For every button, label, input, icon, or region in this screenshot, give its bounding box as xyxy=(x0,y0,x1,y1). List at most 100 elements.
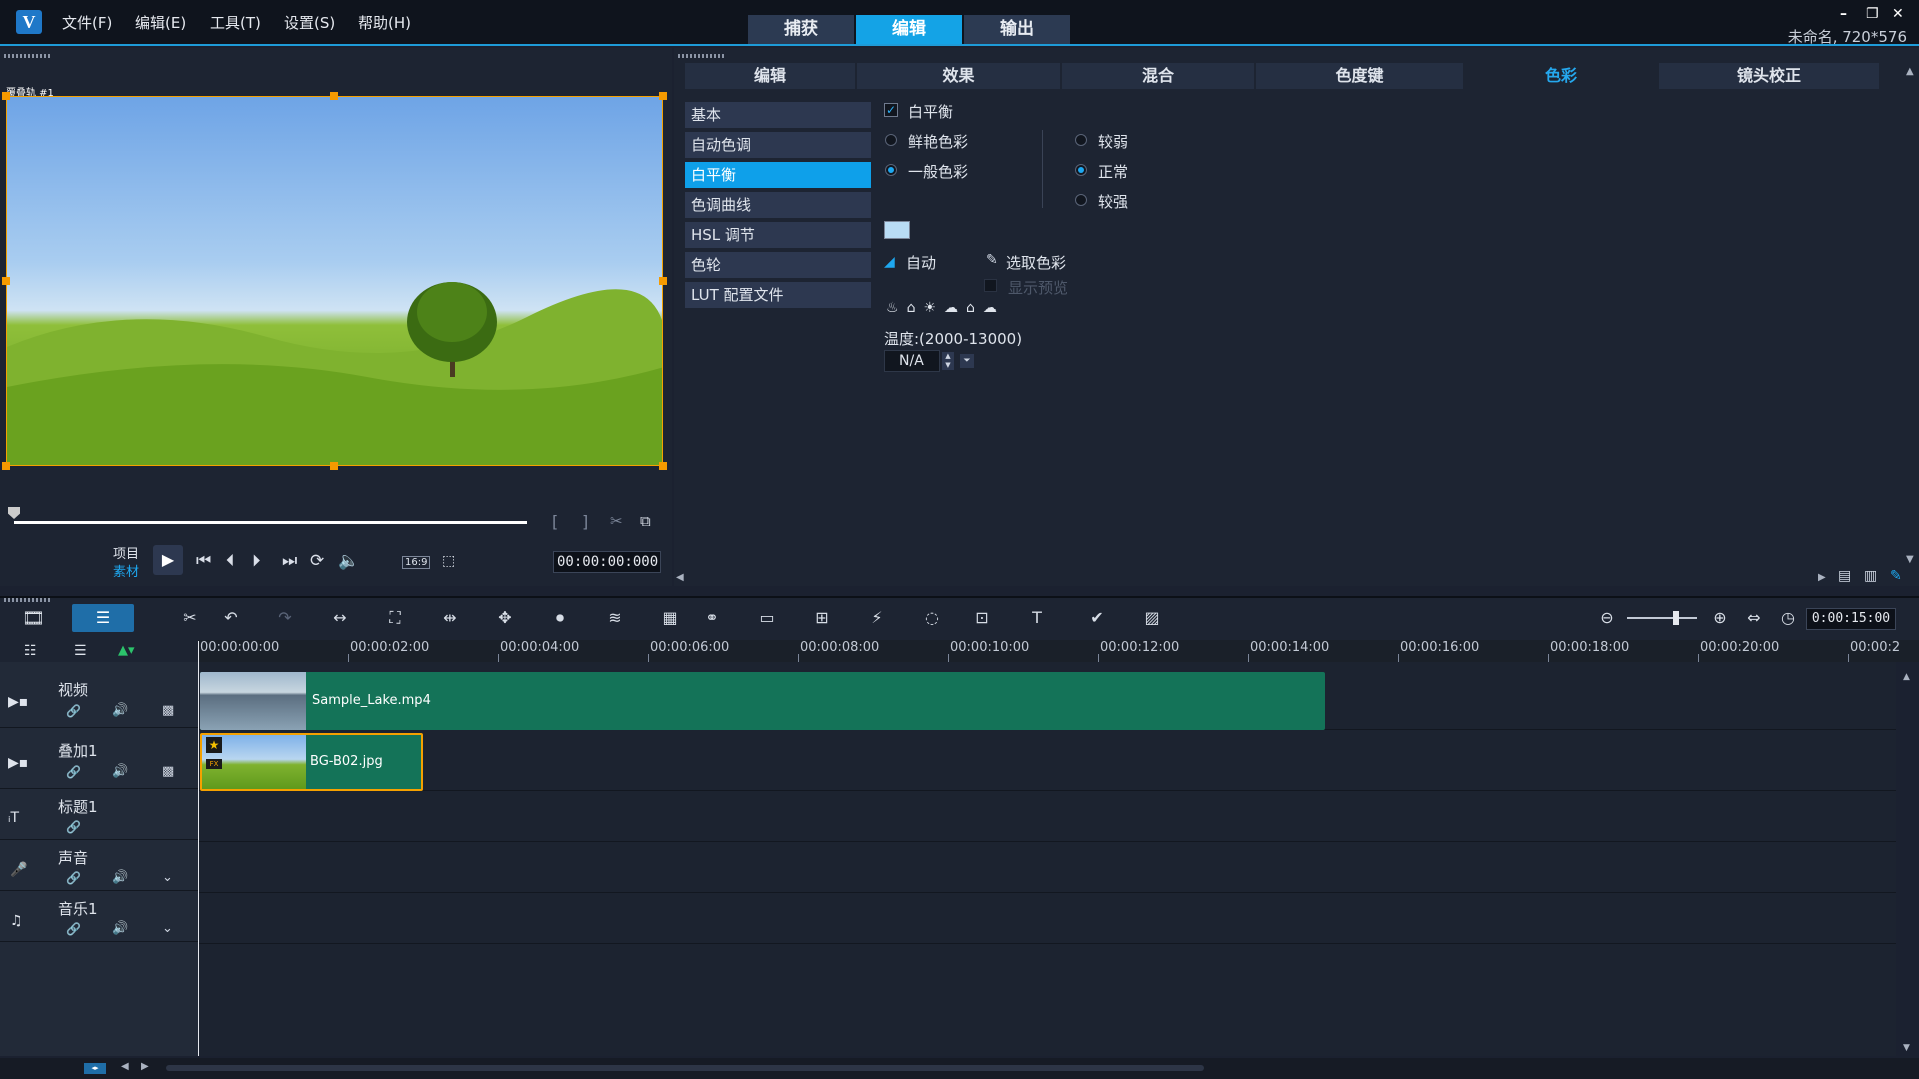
video-clip[interactable]: Sample_Lake.mp4 xyxy=(200,672,1325,730)
track-name[interactable]: 标题1 xyxy=(58,796,98,817)
layout-icon[interactable]: ▥ xyxy=(1864,568,1877,584)
copy-icon[interactable]: ⧉ xyxy=(640,512,651,530)
panel-grip[interactable] xyxy=(4,54,52,58)
title-3d-icon[interactable]: T xyxy=(1025,606,1049,630)
menu-settings[interactable]: 设置(S) xyxy=(284,12,335,33)
track-name[interactable]: 声音 xyxy=(58,847,88,868)
horizontal-scrollbar[interactable] xyxy=(166,1065,1204,1071)
link-icon[interactable]: 🔗 xyxy=(66,871,81,885)
auto-label[interactable]: 自动 xyxy=(906,252,936,273)
play-button[interactable]: ▶ xyxy=(153,545,183,575)
marker-icon[interactable]: ▲▾ xyxy=(118,643,135,658)
paint-icon[interactable]: ✔ xyxy=(1085,606,1109,630)
subtitle-icon[interactable]: ▭ xyxy=(755,606,779,630)
project-mode-label[interactable]: 项目 xyxy=(113,543,139,562)
mark-in-icon[interactable]: [ xyxy=(552,512,558,531)
track-name[interactable]: 叠加1 xyxy=(58,740,98,761)
repeat-icon[interactable]: ⟳ xyxy=(310,551,324,571)
overlay-clip[interactable]: ★ FX BG-B02.jpg xyxy=(200,733,423,791)
mute-icon[interactable]: 🔊 xyxy=(112,764,128,779)
track-name[interactable]: 音乐1 xyxy=(58,898,98,919)
link-icon[interactable]: 🔗 xyxy=(66,704,81,718)
mute-icon[interactable]: 🔊 xyxy=(112,703,128,718)
tab-effects[interactable]: 效果 xyxy=(857,63,1060,89)
mark-out-icon[interactable]: ] xyxy=(582,512,588,531)
end-icon[interactable]: ⏭ xyxy=(282,551,297,571)
tab-edit[interactable]: 编辑 xyxy=(856,15,962,44)
zoom-slider-thumb[interactable] xyxy=(1673,611,1679,625)
motion-track-icon[interactable]: ⚡ xyxy=(865,606,889,630)
tab-capture[interactable]: 捕获 xyxy=(748,15,854,44)
chapter-menu-icon[interactable]: ☰ xyxy=(74,643,87,659)
temperature-input[interactable]: N/A xyxy=(884,350,940,372)
expand-icon[interactable]: ⌄ xyxy=(162,870,173,885)
clip-mode-label[interactable]: 素材 xyxy=(113,561,139,580)
edit-layout-icon[interactable]: ✎ xyxy=(1890,568,1902,584)
scroll-up-icon[interactable]: ▲ xyxy=(1903,672,1910,682)
expand-icon[interactable]: ⌄ xyxy=(162,921,173,936)
panel-grip[interactable] xyxy=(4,598,50,602)
grid-icon[interactable]: ▩ xyxy=(162,764,174,779)
link-icon[interactable]: 🔗 xyxy=(66,820,81,834)
track-name[interactable]: 视频 xyxy=(58,679,88,700)
weaker-radio[interactable] xyxy=(1075,134,1087,146)
link-icon[interactable]: 🔗 xyxy=(66,765,81,779)
pan-zoom-icon[interactable]: ⛶ xyxy=(383,606,407,630)
zoom-in-icon[interactable]: ⊕ xyxy=(1708,606,1732,630)
scroll-up-icon[interactable]: ▲ xyxy=(1906,66,1914,77)
crop-handle[interactable] xyxy=(330,462,338,470)
preview-frame[interactable] xyxy=(6,96,663,466)
side-item-tone-curve[interactable]: 色调曲线 xyxy=(685,192,871,218)
crop-handle[interactable] xyxy=(2,462,10,470)
close-icon[interactable]: ✕ xyxy=(1892,6,1904,22)
menu-help[interactable]: 帮助(H) xyxy=(358,12,411,33)
color-grading-icon[interactable]: ▨ xyxy=(1140,606,1164,630)
track-manager-icon[interactable]: ☷ xyxy=(24,643,37,659)
scroll-down-icon[interactable]: ▼ xyxy=(1903,1043,1910,1053)
prev-frame-icon[interactable]: ⏴ xyxy=(226,551,235,571)
normal-strength-radio[interactable] xyxy=(1075,164,1087,176)
side-item-white-balance[interactable]: 白平衡 xyxy=(685,162,871,188)
fit-project-icon[interactable]: ↔ xyxy=(328,606,352,630)
grid-icon[interactable]: ▩ xyxy=(162,703,174,718)
overcast-icon[interactable]: ☁ xyxy=(983,300,1005,316)
split-screen-icon[interactable]: ⊞ xyxy=(810,606,834,630)
crop-handle[interactable] xyxy=(2,92,10,100)
scroll-right-icon[interactable]: ▶ xyxy=(141,1061,149,1072)
rotate-icon[interactable]: ◌ xyxy=(920,606,944,630)
side-item-basic[interactable]: 基本 xyxy=(685,102,871,128)
menu-tools[interactable]: 工具(T) xyxy=(210,12,261,33)
lamp-icon[interactable]: ⌂ xyxy=(907,300,924,316)
scissors-icon[interactable]: ✂ xyxy=(610,512,623,530)
sun-icon[interactable]: ☀ xyxy=(923,300,944,316)
timecode-display[interactable]: 00:00:00:000 xyxy=(553,551,661,573)
crop-mode-icon[interactable]: ⬚ xyxy=(442,553,455,569)
side-item-color-wheel[interactable]: 色轮 xyxy=(685,252,871,278)
clock-icon[interactable]: ◷ xyxy=(1776,606,1800,630)
next-frame-icon[interactable]: ⏵ xyxy=(252,551,261,571)
vivid-color-radio[interactable] xyxy=(885,134,897,146)
crop-handle[interactable] xyxy=(659,462,667,470)
tab-output[interactable]: 输出 xyxy=(964,15,1070,44)
home-icon[interactable]: ⏮ xyxy=(196,551,211,571)
normal-color-radio[interactable] xyxy=(885,164,897,176)
scroll-left-icon[interactable]: ◀ xyxy=(121,1061,129,1072)
fit-timeline-icon[interactable]: ⇔ xyxy=(1742,606,1766,630)
eyedropper-icon[interactable]: ✎ xyxy=(986,252,998,268)
split-icon[interactable]: ⇹ xyxy=(438,606,462,630)
side-item-hsl[interactable]: HSL 调节 xyxy=(685,222,871,248)
zoom-slider[interactable] xyxy=(1627,617,1697,619)
candle-icon[interactable]: ♨ xyxy=(886,300,907,316)
undo-icon[interactable]: ↶ xyxy=(219,606,243,630)
menu-edit[interactable]: 编辑(E) xyxy=(135,12,186,33)
aspect-ratio-button[interactable]: 16:9 xyxy=(402,556,431,569)
redo-icon[interactable]: ↷ xyxy=(273,606,297,630)
tools-icon[interactable]: ✂ xyxy=(178,606,202,630)
scroll-left-icon[interactable]: ◀ xyxy=(676,572,684,583)
time-ruler[interactable] xyxy=(198,640,1919,662)
timeline-view-button[interactable]: ☰ xyxy=(72,604,134,632)
color-swatch[interactable] xyxy=(884,221,910,239)
side-item-auto-tone[interactable]: 自动色调 xyxy=(685,132,871,158)
zoom-out-icon[interactable]: ⊖ xyxy=(1595,606,1619,630)
playhead[interactable] xyxy=(198,641,199,1056)
